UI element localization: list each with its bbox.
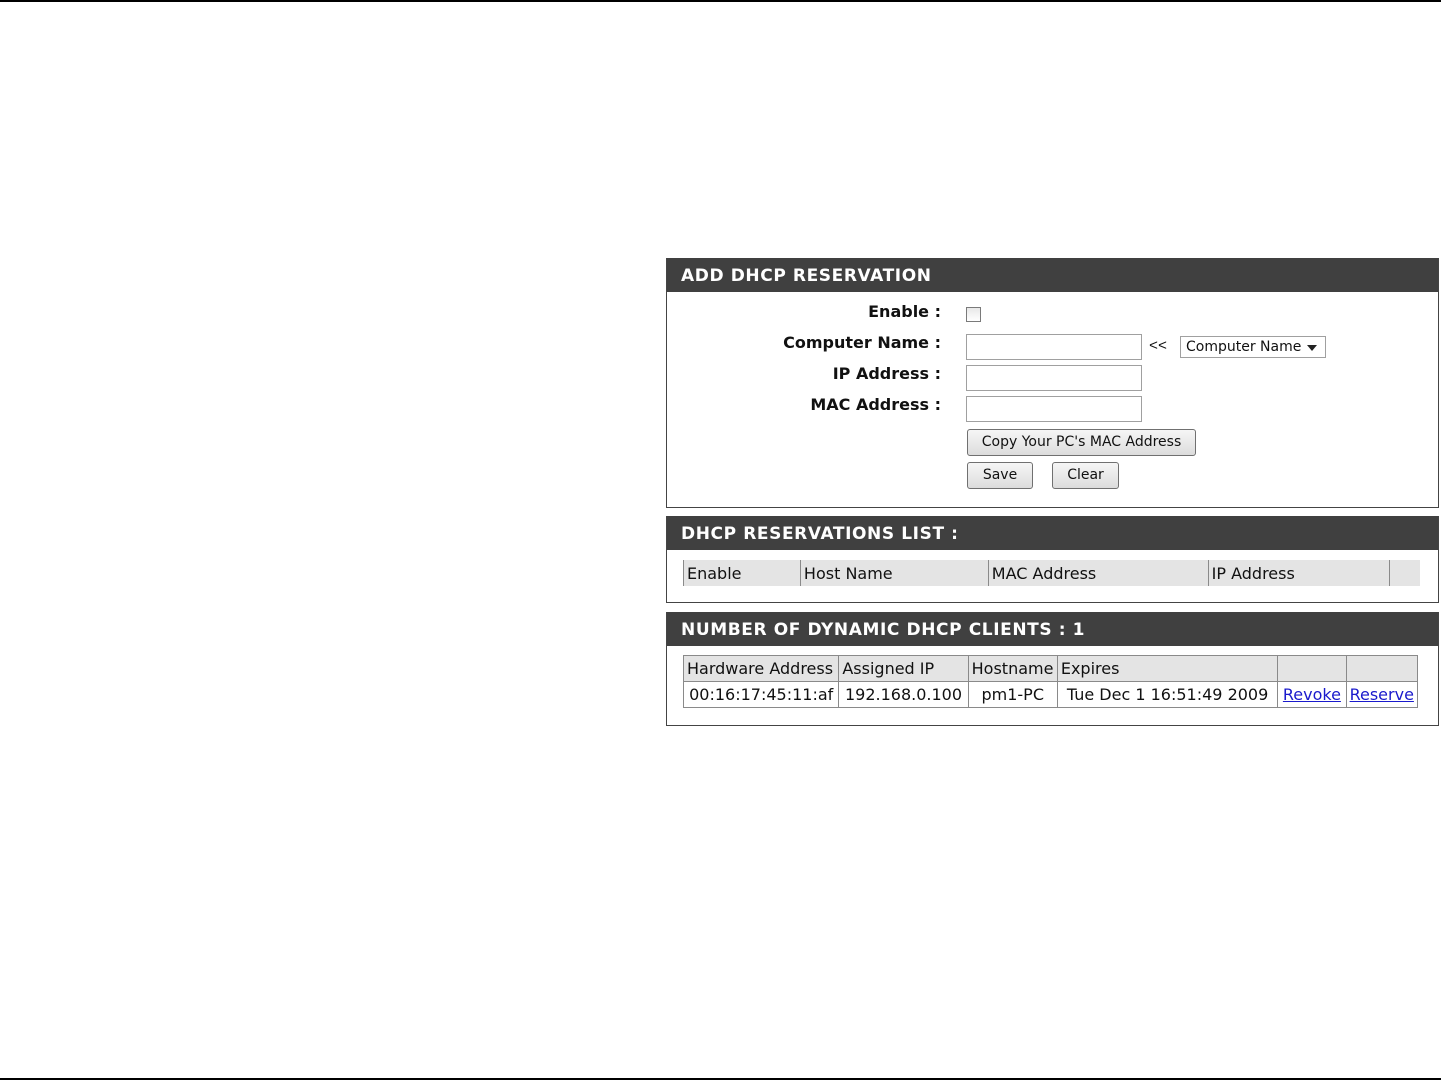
hardware-address-cell: 00:16:17:45:11:af <box>682 681 840 708</box>
reserve-cell: Reserve <box>1345 681 1418 708</box>
computer-name-input[interactable] <box>966 334 1142 360</box>
hostname-cell: pm1-PC <box>967 681 1058 708</box>
bottom-rule <box>0 1078 1441 1080</box>
reservations-table: Enable Host Name MAC Address IP Address <box>683 560 1420 586</box>
dynamic-dhcp-clients-panel: NUMBER OF DYNAMIC DHCP CLIENTS : 1 Hardw… <box>666 612 1439 726</box>
computer-name-select[interactable]: Computer Name <box>1180 336 1326 358</box>
dynamic-dhcp-clients-header: NUMBER OF DYNAMIC DHCP CLIENTS : 1 <box>667 612 1438 646</box>
top-rule <box>0 0 1441 2</box>
column-header-host-name: Host Name <box>799 560 989 586</box>
table-header-row: Enable Host Name MAC Address IP Address <box>683 560 1420 586</box>
enable-checkbox[interactable] <box>966 307 981 322</box>
column-header-enable: Enable <box>683 560 801 586</box>
ip-address-label: IP Address : <box>832 364 941 383</box>
column-header-reserve <box>1345 655 1418 682</box>
page: ADD DHCP RESERVATION Enable : Computer N… <box>0 0 1441 1081</box>
column-header-ip-address: IP Address <box>1207 560 1390 586</box>
dhcp-reservations-list-panel: DHCP RESERVATIONS LIST : Enable Host Nam… <box>666 516 1439 603</box>
column-header-revoke <box>1277 655 1347 682</box>
save-button[interactable]: Save <box>967 462 1033 489</box>
enable-label: Enable : <box>868 302 941 321</box>
column-header-hardware-address: Hardware Address <box>682 655 840 682</box>
dynamic-clients-table: Hardware Address Assigned IP Hostname Ex… <box>682 655 1418 708</box>
revoke-link[interactable]: Revoke <box>1283 685 1341 704</box>
add-dhcp-reservation-panel: ADD DHCP RESERVATION Enable : Computer N… <box>666 258 1439 508</box>
chevron-down-icon <box>1307 345 1317 351</box>
reserve-link[interactable]: Reserve <box>1350 685 1414 704</box>
clear-button[interactable]: Clear <box>1052 462 1119 489</box>
column-header-assigned-ip: Assigned IP <box>838 655 969 682</box>
column-header-expires: Expires <box>1056 655 1279 682</box>
computer-name-label: Computer Name : <box>783 333 941 352</box>
column-header-mac-address: MAC Address <box>987 560 1209 586</box>
copy-arrows: << <box>1149 338 1168 355</box>
mac-address-label: MAC Address : <box>810 395 941 414</box>
add-dhcp-reservation-header: ADD DHCP RESERVATION <box>667 258 1438 292</box>
computer-name-select-value: Computer Name <box>1186 339 1302 355</box>
copy-mac-address-button[interactable]: Copy Your PC's MAC Address <box>967 429 1196 456</box>
assigned-ip-cell: 192.168.0.100 <box>838 681 969 708</box>
table-header-row: Hardware Address Assigned IP Hostname Ex… <box>682 655 1418 682</box>
dhcp-reservations-list-header: DHCP RESERVATIONS LIST : <box>667 516 1438 550</box>
column-header-actions <box>1388 560 1420 586</box>
column-header-hostname: Hostname <box>967 655 1058 682</box>
mac-address-input[interactable] <box>966 396 1142 422</box>
expires-cell: Tue Dec 1 16:51:49 2009 <box>1056 681 1279 708</box>
revoke-cell: Revoke <box>1277 681 1347 708</box>
ip-address-input[interactable] <box>966 365 1142 391</box>
table-row: 00:16:17:45:11:af 192.168.0.100 pm1-PC T… <box>682 681 1418 708</box>
